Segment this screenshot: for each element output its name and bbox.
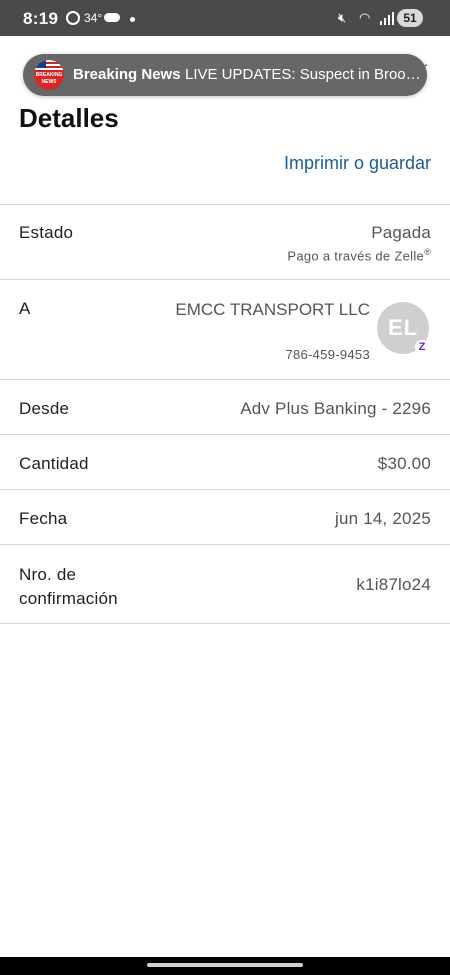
mute-icon: 🔇︎ (338, 10, 347, 25)
divider (0, 379, 450, 380)
dot-icon (130, 17, 135, 22)
breaking-news-notification[interactable]: BREAKING NEWS Breaking News LIVE UPDATES:… (23, 54, 427, 96)
estado-value: Pagada (371, 223, 431, 242)
print-or-save-link[interactable]: Imprimir o guardar (284, 153, 431, 174)
breaking-news-logo-icon: BREAKING NEWS (34, 60, 64, 90)
status-time: 8:19 (23, 9, 59, 28)
page-title: Detalles (19, 103, 119, 133)
divider (0, 623, 450, 624)
cantidad-value: $30.00 (377, 454, 431, 473)
desde-value: Adv Plus Banking - 2296 (240, 399, 431, 418)
app-notification-icon (66, 11, 80, 25)
wifi-icon: ◠ (359, 10, 371, 25)
battery-icon: 51 (397, 9, 423, 27)
recipient-name: EMCC TRANSPORT LLC (175, 300, 370, 319)
navigation-bar (0, 957, 450, 975)
divider (0, 544, 450, 545)
recipient-phone: 786-459-9453 (285, 347, 370, 362)
cloud-icon (104, 13, 120, 22)
fecha-label: Fecha (19, 509, 68, 528)
divider (0, 204, 450, 205)
signal-icon (380, 12, 394, 25)
desde-label: Desde (19, 399, 70, 418)
divider (0, 489, 450, 490)
confirmacion-label: Nro. de confirmación (19, 565, 118, 608)
cantidad-label: Cantidad (19, 454, 89, 473)
payment-method-note: Pago a través de Zelle® (287, 247, 431, 264)
status-bar: 8:19 34° 🔇︎ ◠ 51 (0, 0, 450, 36)
weather-temperature: 34° (84, 11, 103, 25)
estado-label: Estado (19, 223, 74, 242)
zelle-icon: Z (415, 340, 429, 354)
home-indicator[interactable] (147, 963, 303, 967)
recipient-label: A (19, 299, 31, 318)
notification-text: LIVE UPDATES: Suspect in Brooklyn Park, … (185, 66, 421, 83)
divider (0, 434, 450, 435)
fecha-value: jun 14, 2025 (335, 509, 431, 528)
notification-title: Breaking News (73, 66, 181, 83)
divider (0, 279, 450, 280)
confirmacion-value: k1i87lo24 (356, 575, 431, 594)
